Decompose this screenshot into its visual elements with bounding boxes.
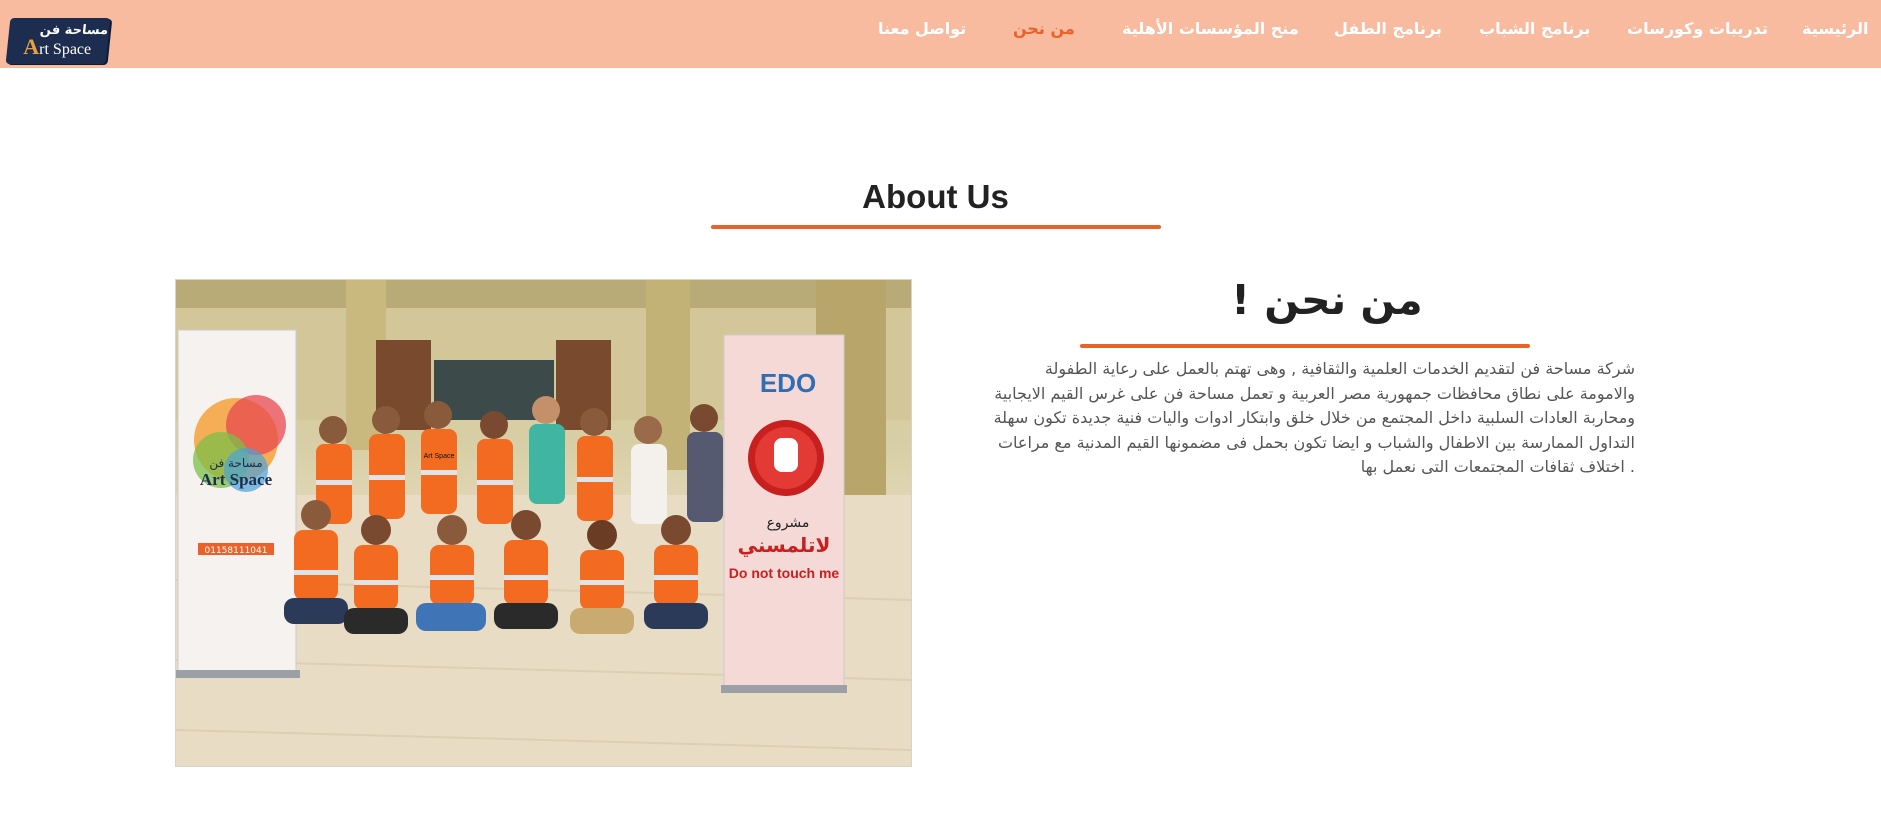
section-title-underline: [711, 225, 1161, 229]
about-heading-mark: !: [1231, 276, 1250, 324]
nav-item-trainings[interactable]: تدريبات وكورسات: [1627, 19, 1768, 38]
site-logo[interactable]: مساحة فن Art Space: [5, 18, 111, 64]
nav-item-child-program[interactable]: برنامج الطفل: [1334, 19, 1442, 38]
vest-logo-text: Art Space: [424, 453, 455, 460]
about-paragraph: شركة مساحة فن لتقديم الخدمات العلمية وال…: [975, 357, 1635, 480]
logo-arabic-text: مساحة فن: [39, 23, 109, 38]
about-line: ومحاربة العادات السلبية داخل المجتمع من …: [993, 408, 1635, 427]
nav-item-ngo-grants[interactable]: منح المؤسسات الأهلية: [1122, 19, 1299, 38]
nav-item-contact[interactable]: تواصل معنا: [878, 19, 966, 38]
about-line: شركة مساحة فن لتقديم الخدمات العلمية وال…: [1044, 359, 1635, 378]
about-heading-underline: [1080, 344, 1530, 348]
about-heading-text: من نحن: [1264, 276, 1423, 324]
team-photo: Art Space مساحة فن 01158111041 EDO مشروع…: [175, 279, 912, 767]
nav-item-about-us[interactable]: من نحن: [1013, 19, 1075, 38]
section-title: About Us: [862, 178, 1009, 215]
do-not-touch-banner: EDO مشروع لاتلمسني Do not touch me: [721, 334, 847, 693]
logo-english-text: Art Space: [23, 34, 92, 59]
nav-item-home[interactable]: الرئيسية: [1802, 19, 1869, 38]
banner-left-phone: 01158111041: [205, 546, 268, 556]
banner-left-arabic-text: مساحة فن: [209, 456, 262, 471]
logo-initial: A: [23, 34, 40, 59]
art-space-banner: Art Space مساحة فن 01158111041: [176, 329, 300, 678]
about-heading: من نحن !: [1040, 276, 1600, 324]
about-line: التداول الممارسة بين الاطفال والشباب و ا…: [997, 432, 1635, 452]
top-navbar: مساحة فن Art Space الرئيسية تدريبات وكور…: [0, 0, 1881, 68]
banner-right-english: Do not touch me: [729, 565, 840, 581]
banner-right-logo: EDO: [760, 368, 816, 398]
about-line: والامومة على نطاق محافظات جمهورية مصر ال…: [994, 383, 1635, 403]
banner-right-small-arabic: مشروع: [767, 515, 810, 531]
nav-item-youth-program[interactable]: برنامج الشباب: [1479, 19, 1590, 38]
logo-english-rest: rt Space: [39, 41, 92, 58]
banner-left-logo-text: Art Space: [200, 470, 273, 489]
banner-right-big-arabic: لاتلمسني: [738, 533, 831, 558]
about-line: . اختلاف ثقافات المجتمعات التى نعمل بها: [1360, 457, 1635, 476]
